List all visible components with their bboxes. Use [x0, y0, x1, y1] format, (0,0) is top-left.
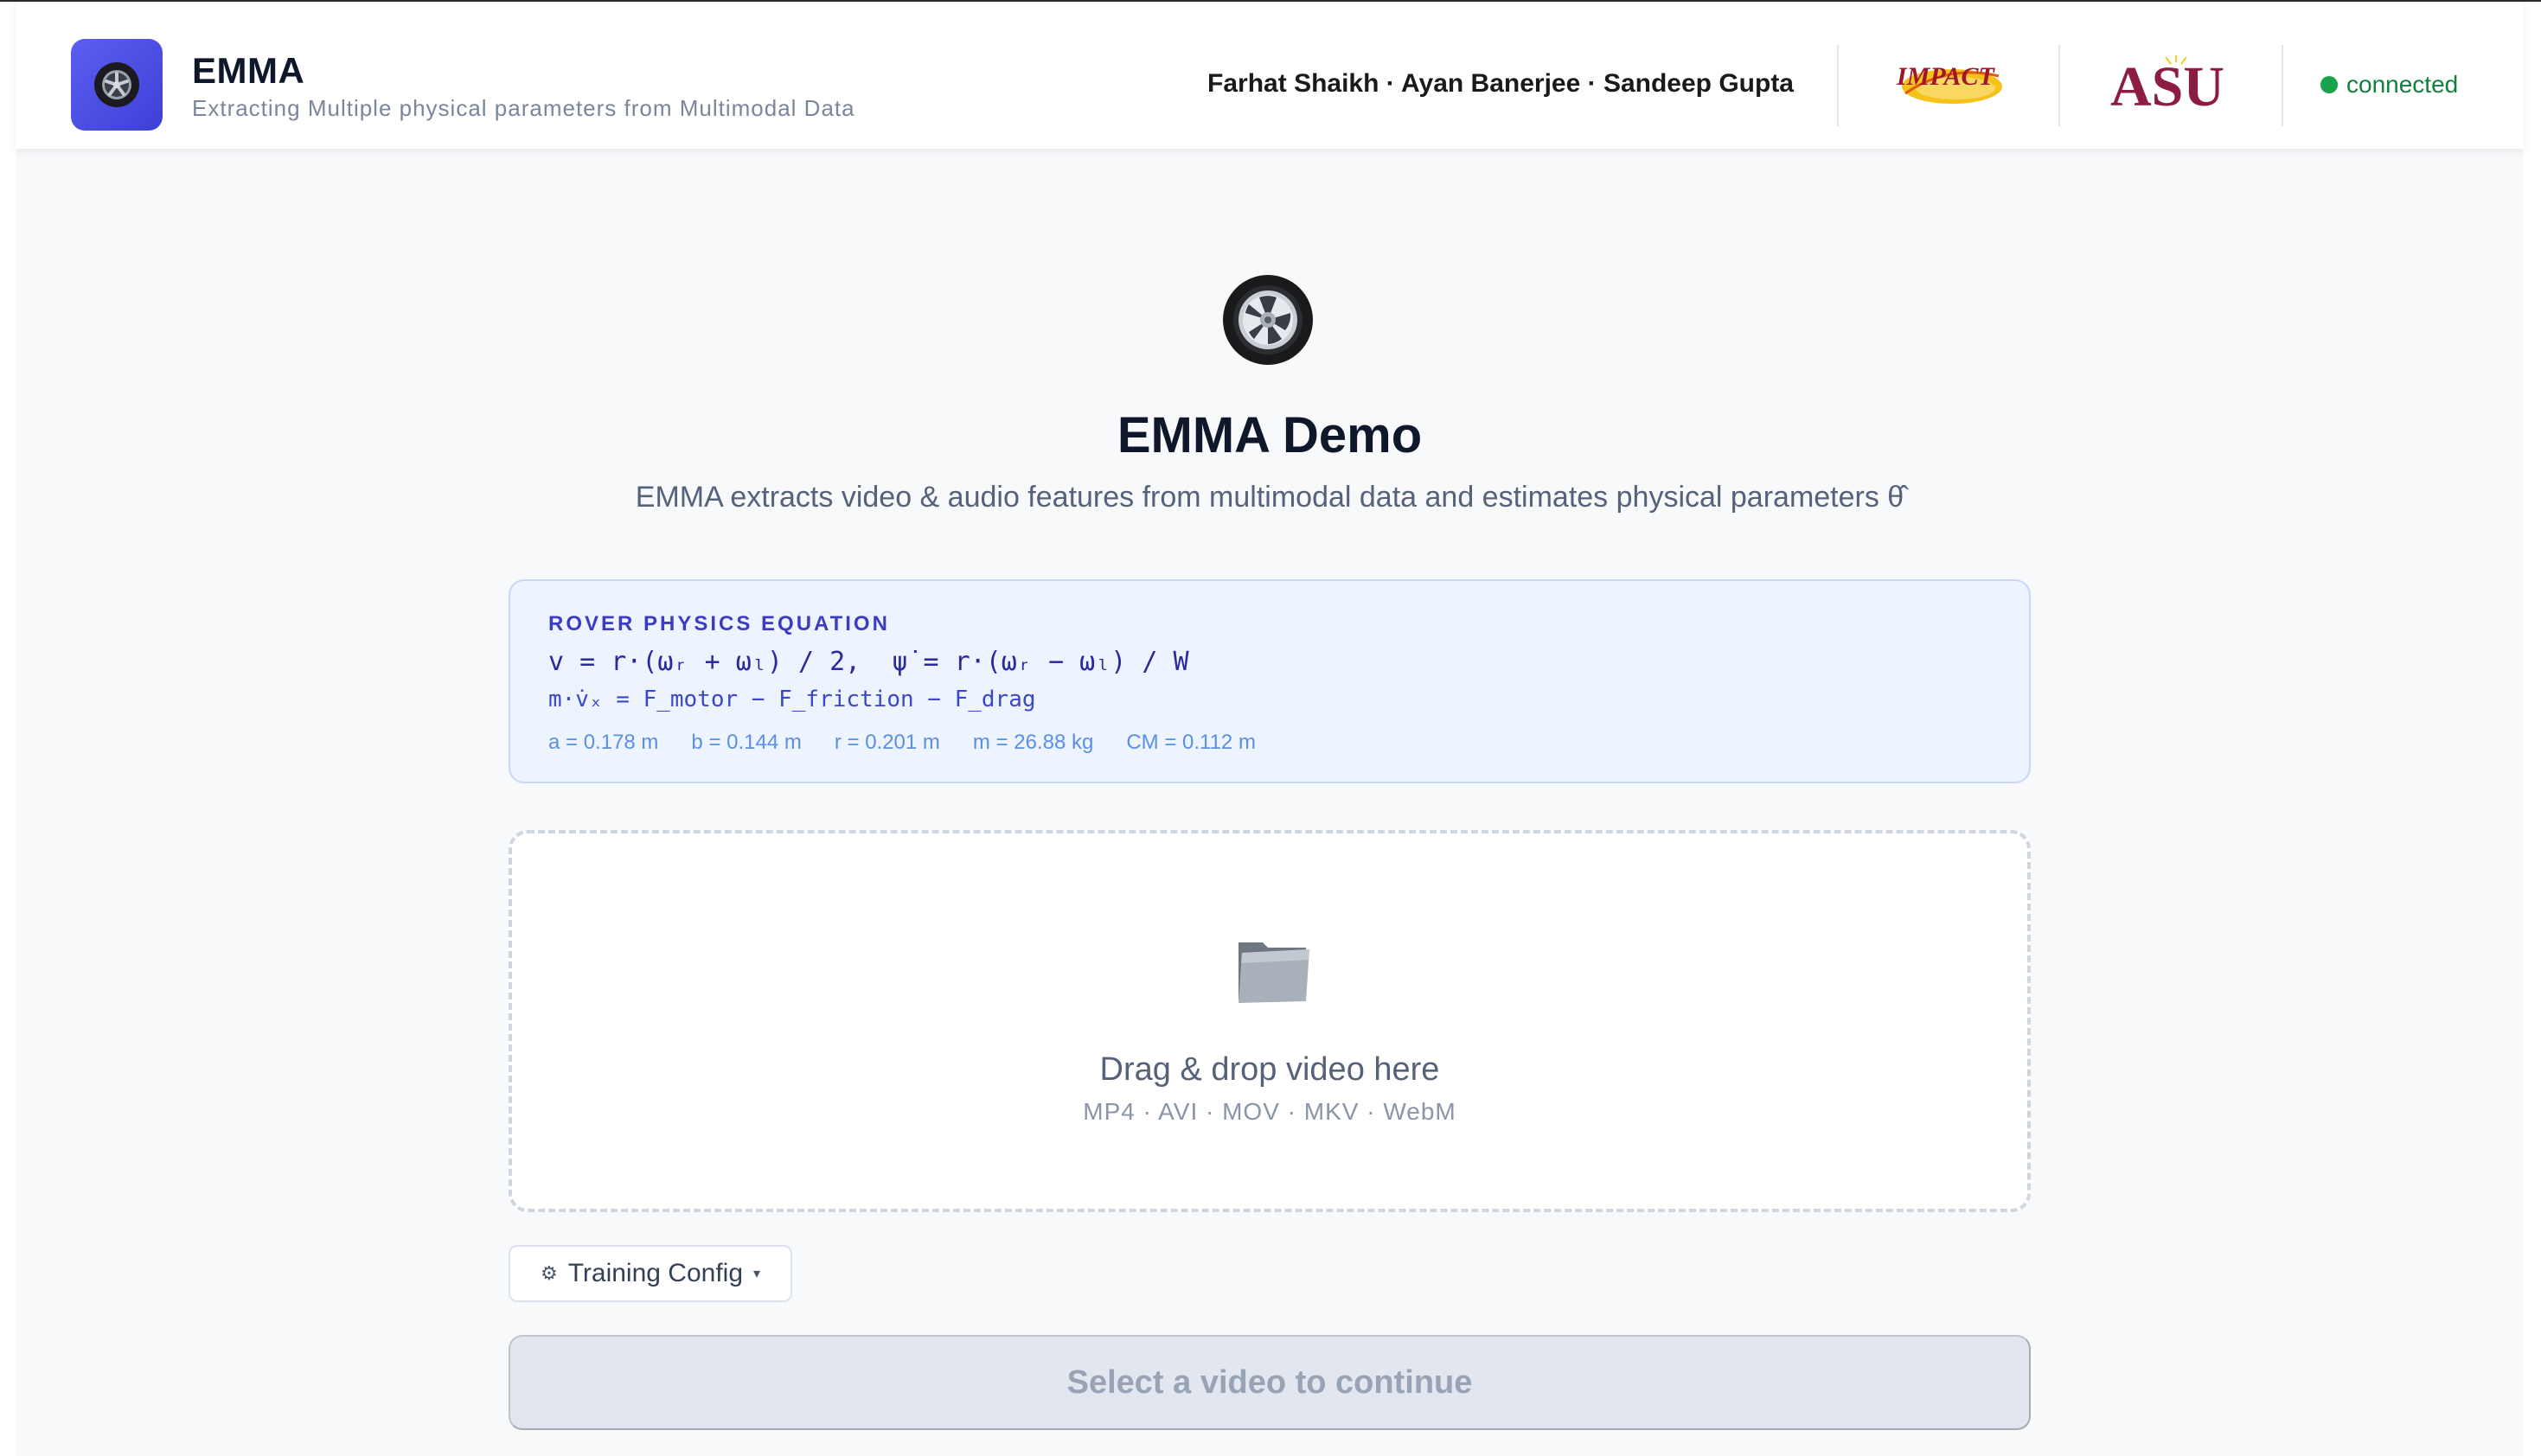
equation-parameters: a = 0.178 m b = 0.144 m r = 0.201 m m = …: [548, 731, 1256, 755]
header-divider: [2282, 45, 2283, 126]
app-frame: EMMA Extracting Multiple physical parame…: [16, 2, 2524, 1456]
physics-equation-card: ROVER PHYSICS EQUATION v = r·(ωᵣ + ωₗ) /…: [509, 579, 2031, 783]
dropzone-title: Drag & drop video here: [1099, 1051, 1440, 1088]
dropzone-formats: MP4 · AVI · MOV · MKV · WebM: [1083, 1098, 1456, 1125]
asu-logo-text: ASU: [2110, 55, 2224, 114]
page-subtitle: EMMA extracts video & audio features fro…: [635, 481, 1904, 514]
param-b: b = 0.144 m: [691, 731, 802, 754]
asu-logo: ASU: [2110, 55, 2224, 114]
impact-logo-text: IMPACT: [1896, 62, 1995, 91]
status-dot-icon: [2320, 76, 2338, 93]
wheel-icon: [94, 62, 139, 107]
equation-heading: ROVER PHYSICS EQUATION: [548, 612, 890, 635]
param-cm: CM = 0.112 m: [1126, 731, 1256, 754]
app-header: EMMA Extracting Multiple physical parame…: [16, 2, 2524, 149]
training-config-toggle[interactable]: ⚙ Training Config ▾: [509, 1245, 792, 1302]
param-a: a = 0.178 m: [548, 731, 659, 754]
app-subtitle: Extracting Multiple physical parameters …: [192, 95, 855, 121]
continue-button[interactable]: Select a video to continue: [509, 1335, 2031, 1430]
video-dropzone[interactable]: Drag & drop video here MP4 · AVI · MOV ·…: [509, 830, 2031, 1212]
connection-status: connected: [2320, 71, 2458, 99]
app-title: EMMA: [192, 50, 305, 91]
equation-kinematics: v = r·(ωᵣ + ωₗ) / 2, ψ̇ = r·(ωᵣ − ωₗ) / …: [548, 647, 1189, 677]
wheel-icon: [1223, 275, 1313, 365]
impact-logo: IMPACT: [1896, 62, 2002, 104]
param-r: r = 0.201 m: [834, 731, 940, 754]
page-title: EMMA Demo: [1117, 407, 1423, 463]
equation-dynamics: m·v̇ₓ = F_motor − F_friction − F_drag: [548, 686, 1036, 712]
folder-icon: [1238, 942, 1309, 1003]
header-divider: [1837, 45, 1839, 126]
header-divider: [2058, 45, 2060, 126]
authors-text: Farhat Shaikh · Ayan Banerjee · Sandeep …: [1207, 69, 1794, 98]
app-logo: [71, 39, 163, 131]
param-m: m = 26.88 kg: [972, 731, 1094, 754]
status-label: connected: [2346, 71, 2459, 98]
gear-icon: ⚙: [540, 1262, 558, 1284]
chevron-down-icon: ▾: [753, 1267, 761, 1281]
training-config-label: Training Config: [567, 1259, 744, 1287]
